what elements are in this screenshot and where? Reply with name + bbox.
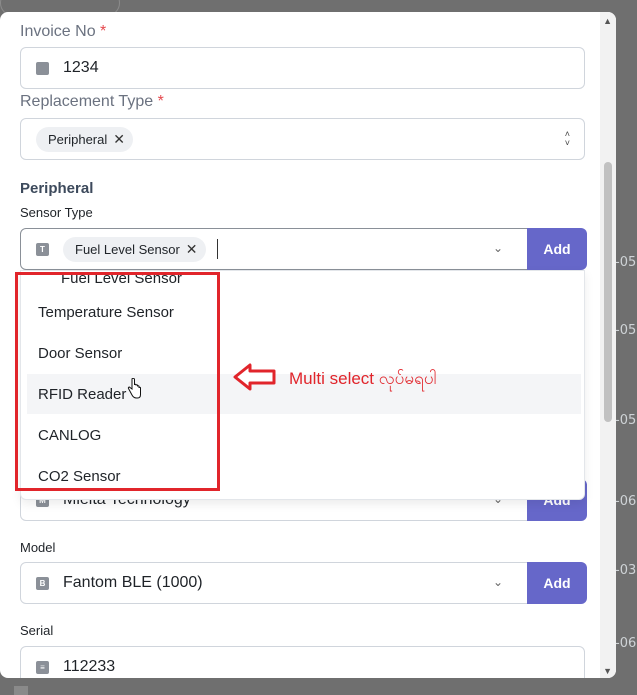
add-model-button[interactable]: Add <box>527 562 587 604</box>
invoice-no-value: 1234 <box>63 59 99 76</box>
required-mark: * <box>157 93 164 110</box>
serial-label: Serial <box>20 623 54 638</box>
background-fragment <box>14 686 28 695</box>
background-edge-mark: -05 <box>615 323 637 338</box>
remove-chip-icon[interactable]: ✕ <box>113 131 125 148</box>
add-sensor-button[interactable]: Add <box>527 228 587 270</box>
required-mark: * <box>100 23 107 40</box>
sensor-type-icon: T <box>36 242 49 256</box>
invoice-no-input[interactable]: 1234 <box>20 47 585 89</box>
background-edge-mark: -05 <box>615 413 637 428</box>
serial-input[interactable]: ≡ 112233 <box>20 646 585 678</box>
model-select[interactable]: B Fantom BLE (1000) ⌄ <box>20 562 528 604</box>
invoice-no-label-text: Invoice No <box>20 23 96 40</box>
annotation-text: Multi select လုပ်မရပါ <box>289 369 437 388</box>
model-label: Model <box>20 540 56 555</box>
section-title: Peripheral <box>20 180 94 197</box>
text-caret <box>217 239 218 259</box>
chevron-down-icon[interactable]: ⌄ <box>493 575 503 589</box>
model-value: Fantom BLE (1000) <box>63 574 203 591</box>
sensor-type-chip[interactable]: Fuel Level Sensor ✕ <box>63 236 206 262</box>
background-edge-mark: -06 <box>615 636 637 651</box>
scroll-thumb[interactable] <box>604 162 612 422</box>
hand-cursor-icon <box>127 378 141 399</box>
chip-label: Peripheral <box>48 131 108 147</box>
updown-chevron-icon[interactable]: ˄ ˅ <box>565 130 570 148</box>
chevron-down-icon[interactable]: ⌄ <box>493 241 503 255</box>
serial-icon: ≡ <box>36 660 49 674</box>
serial-value: 112233 <box>63 658 116 675</box>
background-edge-mark: -03 <box>615 563 637 578</box>
background-edge-mark: -05 <box>615 255 637 270</box>
invoice-no-label: Invoice No * <box>20 23 106 41</box>
annotation-arrow-icon <box>233 363 276 391</box>
sensor-type-select[interactable]: T Fuel Level Sensor ✕ ⌄ <box>20 228 528 270</box>
clipboard-icon <box>36 61 49 75</box>
replacement-type-chip[interactable]: Peripheral ✕ <box>36 126 133 152</box>
sensor-type-label: Sensor Type <box>20 205 93 220</box>
background-edge-mark: -06 <box>615 494 637 509</box>
scroll-up-arrow-icon[interactable]: ▲ <box>603 16 612 26</box>
model-icon: B <box>36 576 49 590</box>
replacement-type-label: Replacement Type * <box>20 93 164 111</box>
replacement-type-select[interactable]: Peripheral ✕ ˄ ˅ <box>20 118 585 160</box>
chip-label: Fuel Level Sensor <box>75 241 180 257</box>
modal-scrollbar[interactable]: ▲ ▼ <box>600 12 616 678</box>
remove-chip-icon[interactable]: ✕ <box>186 241 198 258</box>
replacement-type-label-text: Replacement Type <box>20 93 154 110</box>
annotation-highlight-box <box>15 272 220 491</box>
scroll-down-arrow-icon[interactable]: ▼ <box>603 666 612 676</box>
